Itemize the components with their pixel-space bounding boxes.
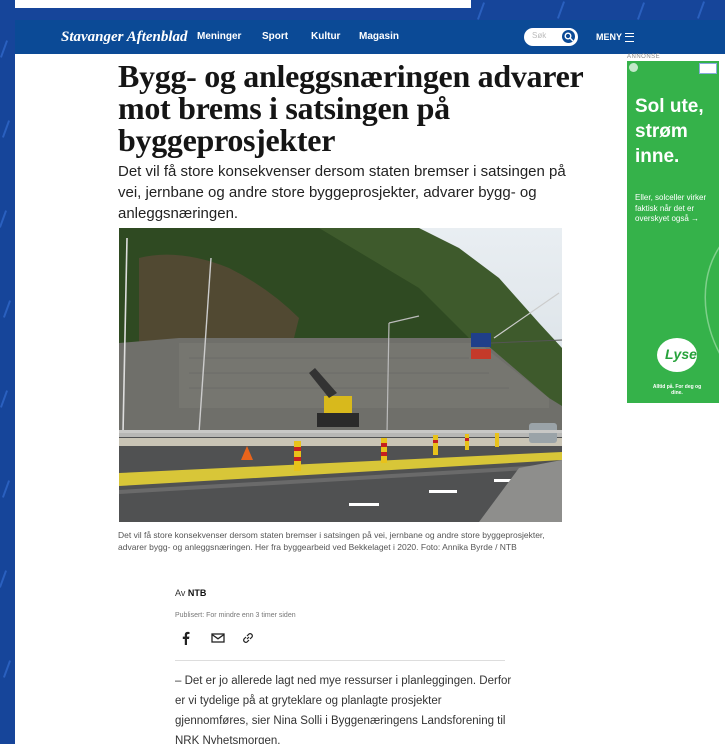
- article-lead: Det vil få store konsekvenser dersom sta…: [118, 163, 566, 222]
- search-placeholder: Søk: [532, 31, 547, 40]
- email-share-button[interactable]: [211, 631, 227, 645]
- menu-button[interactable]: MENY: [596, 32, 635, 43]
- article-title: Bygg- og anleggsnæringen advarer mot bre…: [118, 58, 583, 158]
- photo-caption: Det vil få store konsekvenser dersom sta…: [118, 530, 545, 552]
- ad-tagline: Alltid på. For deg og dine.: [652, 384, 702, 396]
- menu-label: MENY: [596, 32, 623, 42]
- email-icon: [211, 633, 225, 643]
- ad-label: ANNONSE: [627, 54, 661, 60]
- divider: [175, 660, 505, 661]
- byline: Av NTB: [175, 588, 206, 598]
- nav-link-magasin[interactable]: Magasin: [359, 31, 399, 42]
- nav-link-sport[interactable]: Sport: [262, 31, 288, 42]
- search-button[interactable]: [560, 28, 577, 45]
- ad-headline: Sol ute, strøm inne.: [635, 96, 704, 167]
- published-time: Publisert: For mindre enn 3 timer siden: [175, 612, 296, 619]
- advertisement[interactable]: Sol ute, strøm inne. Eller, solceller vi…: [627, 61, 719, 403]
- copy-link-button[interactable]: [241, 631, 257, 645]
- search-icon: [564, 32, 574, 42]
- hamburger-icon: [625, 33, 635, 43]
- nav-link-kultur[interactable]: Kultur: [311, 31, 340, 42]
- author-link[interactable]: NTB: [188, 588, 207, 598]
- article-page: Stavanger Aftenblad Meninger Sport Kultu…: [15, 20, 725, 744]
- byline-prefix: Av: [175, 588, 186, 598]
- lyse-logo: Lyse: [657, 338, 697, 372]
- top-navigation: Stavanger Aftenblad Meninger Sport Kultu…: [15, 20, 725, 54]
- article-photo: [119, 228, 562, 522]
- ad-close-icon[interactable]: [699, 63, 717, 74]
- ad-decoration: [704, 246, 719, 354]
- ad-info-icon[interactable]: [629, 63, 638, 72]
- ad-subtext: Eller, solceller virker faktisk når det …: [635, 193, 707, 223]
- nav-link-meninger[interactable]: Meninger: [197, 31, 241, 42]
- ad-logo-text: Lyse: [665, 346, 697, 362]
- facebook-share-button[interactable]: [181, 631, 197, 645]
- facebook-icon: [182, 631, 190, 645]
- browser-strip: [15, 0, 471, 8]
- article-body-paragraph: – Det er jo allerede lagt ned mye ressur…: [175, 675, 512, 744]
- site-logo[interactable]: Stavanger Aftenblad: [61, 29, 188, 46]
- link-icon: [243, 633, 253, 643]
